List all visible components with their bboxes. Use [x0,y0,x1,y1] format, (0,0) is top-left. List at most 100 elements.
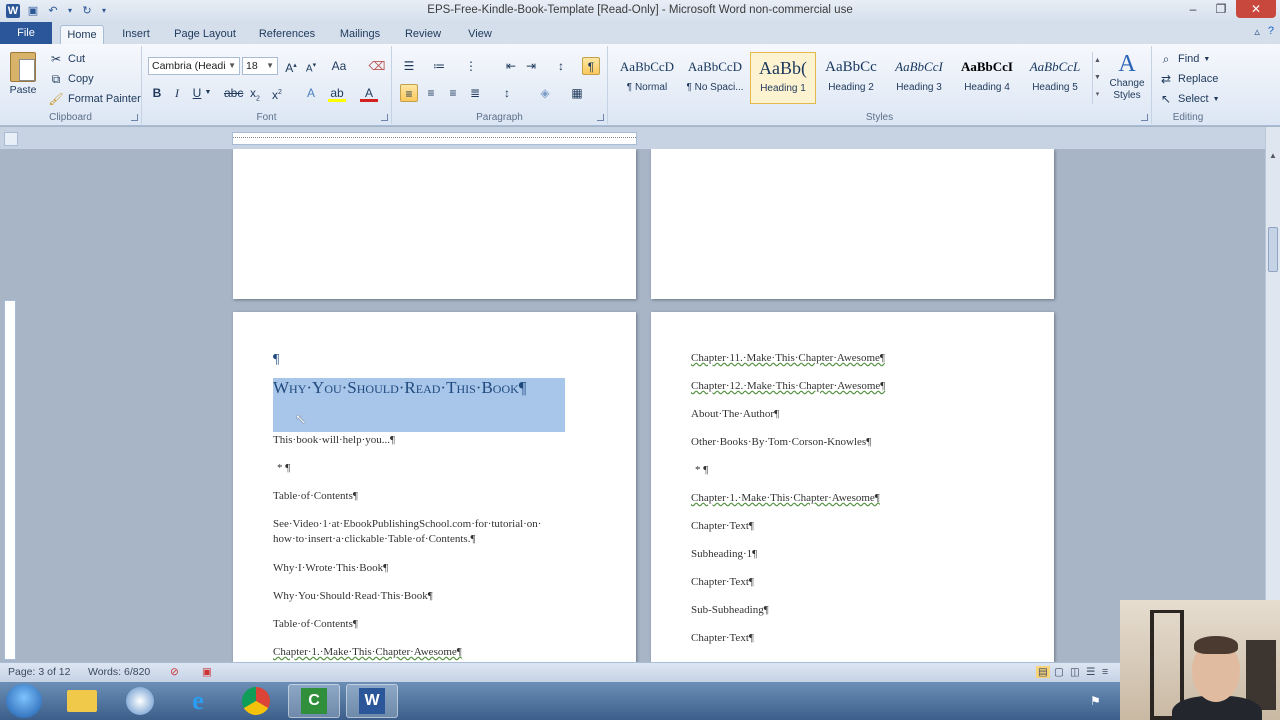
doc-line[interactable]: Chapter·Text¶ [691,520,754,532]
bullets-icon[interactable]: ☰ [400,57,418,75]
scroll-thumb[interactable] [1268,227,1278,272]
tab-view[interactable]: View [458,25,502,44]
increase-indent-icon[interactable]: ⇥ [522,57,540,75]
strikethrough-button[interactable]: abc [224,84,243,102]
subscript-button[interactable]: x2 [246,84,264,102]
customize-qat-icon[interactable]: ▾ [100,4,108,18]
tab-selector[interactable] [4,132,18,146]
doc-line[interactable]: Table·of·Contents¶ [273,490,358,502]
doc-line[interactable]: Other·Books·By·Tom·Corson-Knowles¶ [691,436,871,448]
decrease-indent-icon[interactable]: ⇤ [502,57,520,75]
macro-record-icon[interactable]: ▣ [202,666,212,678]
style-heading-3[interactable]: AaBbCcI Heading 3 [886,52,952,104]
doc-line[interactable]: Chapter·1.·Make·This·Chapter·Awesome¶ [691,492,880,504]
underline-dropdown-icon[interactable]: ▼ [204,84,212,102]
shading-icon[interactable]: ◈ [536,84,554,102]
align-left-icon[interactable]: ≡ [400,84,418,102]
tray-flag-icon[interactable]: ⚑ [1090,694,1101,708]
borders-icon[interactable]: ▦ [568,84,586,102]
doc-line[interactable]: Table·of·Contents¶ [273,618,358,630]
style-heading-2[interactable]: AaBbCc Heading 2 [818,52,884,104]
help-icon[interactable]: ? [1268,25,1274,38]
taskbar-camtasia[interactable]: C [288,684,340,718]
align-right-icon[interactable]: ≡ [444,84,462,102]
doc-line[interactable]: how·to·insert·a·clickable·Table·of·Conte… [273,533,475,545]
show-formatting-marks-icon[interactable]: ¶ [582,57,600,75]
font-launcher-icon[interactable] [381,114,388,121]
page-count[interactable]: Page: 3 of 12 [8,666,70,678]
print-layout-view-icon[interactable]: ▤ [1036,666,1050,678]
redo-icon[interactable]: ↻ [80,4,94,18]
vertical-scrollbar[interactable]: ▲ [1265,127,1280,662]
change-case-icon[interactable]: Aa [330,57,348,75]
close-button[interactable]: ✕ [1236,0,1276,18]
highlight-color-icon[interactable]: ab [328,84,346,102]
select-button[interactable]: ↖ Select ▼ [1158,90,1220,108]
tab-file[interactable]: File [0,22,52,44]
page-right[interactable]: Chapter·11.·Make·This·Chapter·Awesome¶ C… [651,312,1054,662]
replace-button[interactable]: ⇄ Replace [1158,70,1218,88]
web-layout-view-icon[interactable]: ◫ [1070,666,1080,678]
doc-line[interactable]: * ¶ [695,464,708,476]
sort-icon[interactable]: ↕ [552,57,570,75]
align-center-icon[interactable]: ≡ [422,84,440,102]
scroll-up-icon[interactable]: ▲ [1266,149,1280,163]
document-workspace[interactable]: ¶ Why·You·Should·Read·This·Book¶ ↖ This·… [0,149,1265,662]
numbering-icon[interactable]: ≔ [430,57,448,75]
doc-line[interactable]: Subheading·1¶ [691,548,757,560]
taskbar-word[interactable]: W [346,684,398,718]
doc-line[interactable]: Sub-Subheading¶ [691,604,769,616]
taskbar-explorer[interactable] [56,684,108,718]
line-spacing-icon[interactable]: ↕ [498,84,516,102]
minimize-button[interactable]: ‒ [1180,0,1206,18]
taskbar-internet-explorer[interactable]: e [172,684,224,718]
styles-launcher-icon[interactable] [1141,114,1148,121]
minimize-ribbon-icon[interactable]: ▵ [1254,25,1260,38]
text-effects-icon[interactable]: A [302,84,320,102]
tab-page-layout[interactable]: Page Layout [168,25,242,44]
multilevel-list-icon[interactable]: ⋮ [462,57,480,75]
doc-line[interactable]: See·Video·1·at·EbookPublishingSchool.com… [273,518,541,530]
full-screen-view-icon[interactable]: ▢ [1054,666,1064,678]
doc-line[interactable]: Chapter·11.·Make·This·Chapter·Awesome¶ [691,352,885,364]
format-painter-button[interactable]: 🖌 Format Painter [48,90,140,108]
doc-line[interactable]: * ¶ [277,462,290,474]
draft-view-icon[interactable]: ≡ [1102,666,1108,678]
clipboard-launcher-icon[interactable] [131,114,138,121]
styles-gallery-scroll[interactable]: ▲ ▼ ▾ [1092,52,1102,104]
vertical-ruler[interactable] [4,300,16,660]
start-button[interactable] [6,684,42,718]
doc-line[interactable]: About·The·Author¶ [691,408,779,420]
doc-line[interactable]: Chapter·12.·Make·This·Chapter·Awesome¶ [691,380,885,392]
horizontal-ruler[interactable] [232,132,637,145]
tab-references[interactable]: References [252,25,322,44]
shrink-font-icon[interactable]: A▾ [302,57,320,75]
font-family-select[interactable]: Cambria (Headi ▼ [148,57,240,75]
style-heading-1[interactable]: AaBb( Heading 1 [750,52,816,104]
taskbar-media[interactable] [114,684,166,718]
cut-button[interactable]: ✂ Cut [48,50,85,68]
style-normal[interactable]: AaBbCcD ¶ Normal [614,52,680,104]
tab-insert[interactable]: Insert [114,25,158,44]
copy-button[interactable]: ⧉ Copy [48,70,94,88]
doc-line[interactable]: Chapter·1.·Make·This·Chapter·Awesome¶ [273,646,462,658]
doc-line[interactable]: This·book·will·help·you...¶ [273,434,395,446]
page-prev-right[interactable] [651,149,1054,299]
undo-icon[interactable]: ↶ [46,4,60,18]
style-heading-5[interactable]: AaBbCcL Heading 5 [1022,52,1088,104]
bold-button[interactable]: B [148,84,166,102]
clear-formatting-icon[interactable]: ⌫ [368,57,386,75]
word-count[interactable]: Words: 6/820 [88,666,150,678]
undo-dropdown-icon[interactable]: ▾ [66,4,74,18]
font-size-select[interactable]: 18 ▼ [242,57,278,75]
style-heading-4[interactable]: AaBbCcI Heading 4 [954,52,1020,104]
page-left[interactable]: ¶ Why·You·Should·Read·This·Book¶ ↖ This·… [233,312,636,662]
outline-view-icon[interactable]: ☰ [1086,666,1095,678]
doc-line[interactable]: Chapter·Text¶ [691,576,754,588]
save-icon[interactable]: ▣ [26,4,40,18]
change-styles-button[interactable]: A Change Styles [1104,50,1150,102]
tab-home[interactable]: Home [60,25,104,44]
doc-line[interactable]: Why·I·Wrote·This·Book¶ [273,562,388,574]
paste-button[interactable]: Paste [6,52,40,96]
doc-line[interactable]: Chapter·Text¶ [691,632,754,644]
